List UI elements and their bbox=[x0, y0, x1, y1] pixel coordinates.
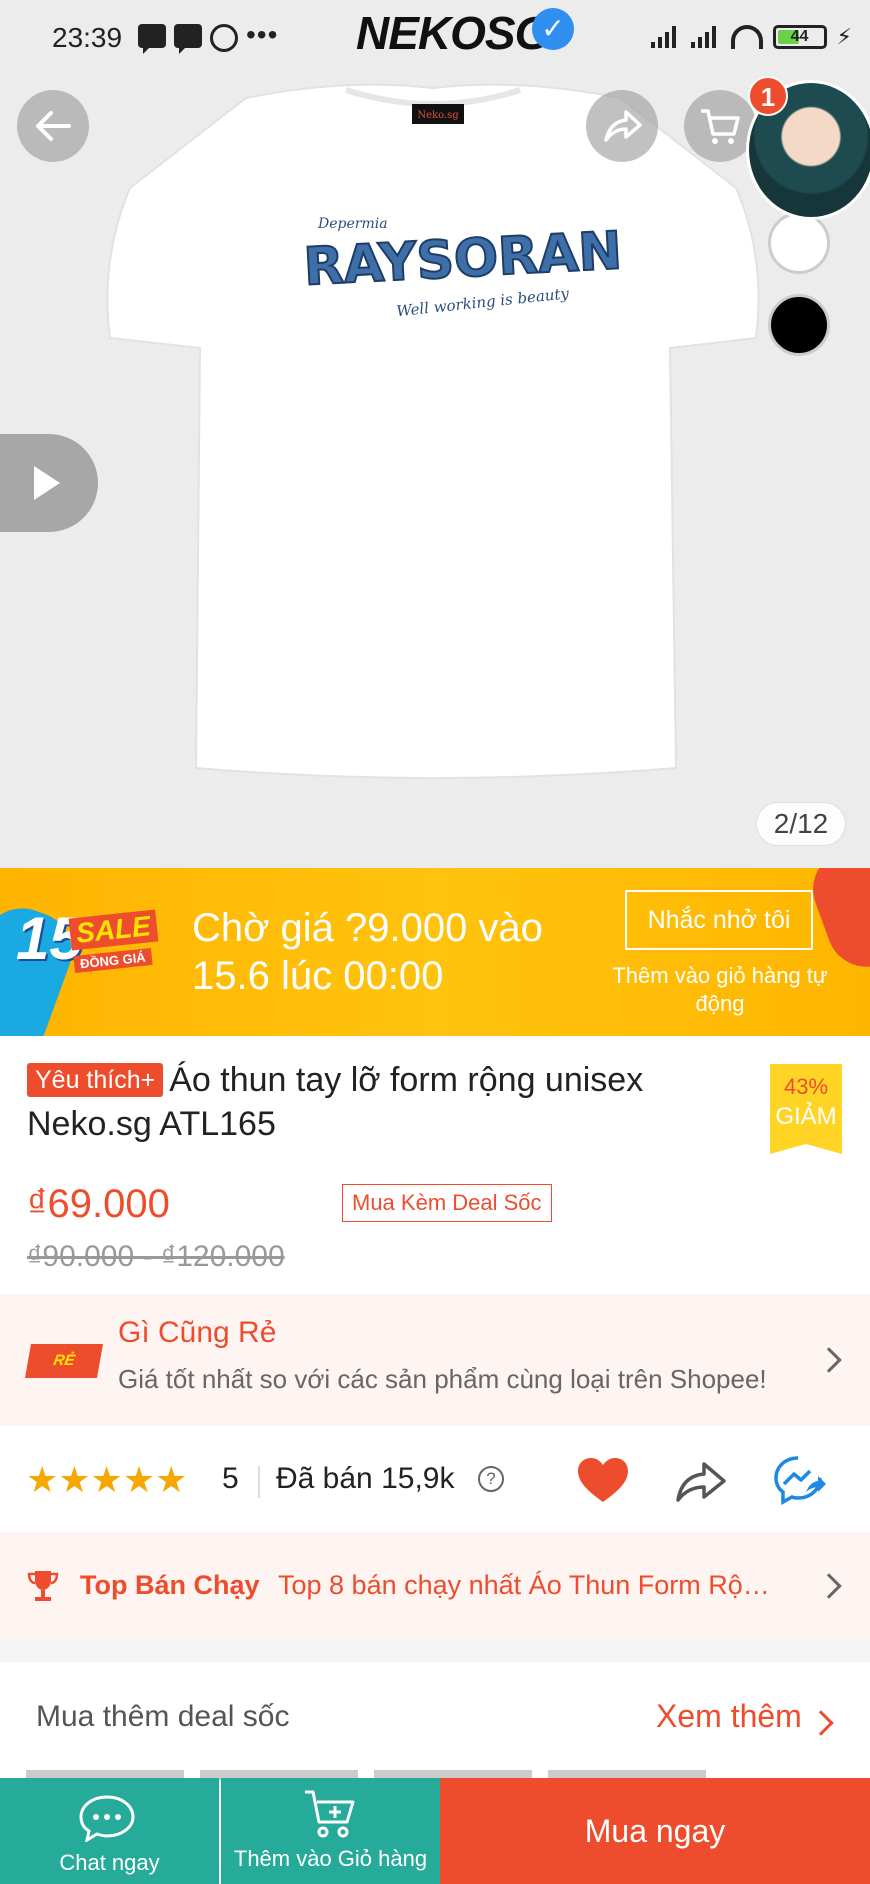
message-icon bbox=[174, 24, 202, 54]
verified-check-icon: ✓ bbox=[532, 8, 574, 50]
arrow-left-icon bbox=[36, 111, 71, 141]
more-deals-section: Mua thêm deal sốc Xem thêm bbox=[0, 1662, 870, 1778]
more-notifications-icon: ••• bbox=[246, 19, 279, 50]
status-time: 23:39 bbox=[52, 22, 123, 53]
sold-count: Đã bán 15,9k bbox=[276, 1462, 455, 1495]
favorite-plus-tag: Yêu thích+ bbox=[27, 1063, 164, 1097]
chat-now-button[interactable]: Chat ngay bbox=[0, 1778, 219, 1884]
original-price: ₫90.000 - ₫120.000 bbox=[27, 1240, 285, 1273]
chat-now-label: Chat ngay bbox=[59, 1850, 160, 1875]
status-bar: 23:39 ••• NEKOSG ✓ 44 ⚡ bbox=[0, 0, 870, 80]
remind-subtext: Thêm vào giỏ hàng tự động bbox=[612, 963, 828, 1016]
color-swatch-white[interactable] bbox=[768, 212, 830, 274]
message-icon bbox=[138, 24, 166, 54]
product-image-tshirt: Neko.sg Depermia RAYSORAN Well working i… bbox=[106, 83, 760, 779]
notification-icons: ••• bbox=[138, 19, 279, 54]
rating-score: 5 bbox=[222, 1462, 239, 1495]
messenger-icon bbox=[210, 24, 238, 52]
top-sale-label: Top Bán Chạy bbox=[80, 1570, 260, 1600]
battery-icon: 44 bbox=[772, 25, 827, 49]
chevron-right-icon bbox=[816, 1347, 842, 1373]
brand-logo: NEKOSG bbox=[356, 7, 550, 59]
top-sale-row[interactable]: Top Bán Chạy Top 8 bán chạy nhất Áo Thun… bbox=[0, 1532, 870, 1640]
cart-count-badge: 1 bbox=[748, 76, 788, 116]
shirt-neck-label: Neko.sg bbox=[417, 110, 459, 121]
add-to-cart-icon bbox=[305, 1790, 355, 1838]
share-icon[interactable] bbox=[674, 1456, 728, 1506]
help-icon[interactable]: ? bbox=[478, 1466, 504, 1492]
shirt-print-small: Depermia bbox=[317, 216, 388, 232]
system-indicators: 44 ⚡ bbox=[650, 24, 852, 50]
cart-icon bbox=[701, 109, 740, 144]
charging-icon: ⚡ bbox=[836, 24, 852, 49]
sale-countdown-text: Chờ giá ?9.000 vào 15.6 lúc 00:00 bbox=[192, 906, 543, 998]
cheap-description: Giá tốt nhất so với các sản phẩm cùng lo… bbox=[118, 1364, 767, 1394]
play-video-button[interactable] bbox=[0, 434, 98, 532]
chat-icon bbox=[79, 1795, 135, 1842]
discount-badge: 43% GIẢM bbox=[770, 1064, 842, 1154]
chevron-right-icon bbox=[816, 1573, 842, 1599]
rating-row: ★★★★★ 5 Đã bán 15,9k ? bbox=[0, 1426, 870, 1532]
signal-icon bbox=[650, 26, 681, 48]
messenger-share-icon[interactable] bbox=[772, 1454, 828, 1508]
more-deals-title: Mua thêm deal sốc bbox=[36, 1700, 290, 1733]
sale-15-logo: 15 SALE ĐỒNG GIÁ bbox=[16, 904, 159, 1000]
remind-me-button[interactable]: Nhắc nhở tôi bbox=[625, 890, 813, 950]
chevron-right-icon bbox=[808, 1710, 834, 1736]
color-swatch-black[interactable] bbox=[768, 294, 830, 356]
add-to-cart-button[interactable]: Thêm vào Giỏ hàng bbox=[221, 1778, 440, 1884]
divider bbox=[258, 1466, 260, 1498]
flash-sale-banner[interactable]: 15 SALE ĐỒNG GIÁ Chờ giá ?9.000 vào 15.6… bbox=[0, 868, 870, 1036]
add-to-cart-label: Thêm vào Giỏ hàng bbox=[233, 1846, 428, 1871]
product-price: ₫69.000 bbox=[27, 1182, 170, 1226]
share-icon bbox=[604, 110, 642, 142]
product-info: Yêu thích+ Áo thun tay lỡ form rộng unise… bbox=[0, 1036, 870, 1294]
heart-icon[interactable] bbox=[576, 1456, 630, 1506]
cheap-title: Gì Cũng Rẻ bbox=[118, 1316, 277, 1349]
trophy-icon bbox=[27, 1571, 59, 1601]
bottom-action-bar: Chat ngay Thêm vào Giỏ hàng Mua ngay bbox=[0, 1778, 870, 1884]
wifi-icon bbox=[730, 25, 763, 49]
rating-stars: ★★★★★ bbox=[26, 1459, 188, 1500]
image-counter: 2/12 bbox=[756, 802, 846, 846]
back-button[interactable] bbox=[17, 90, 89, 162]
top-sale-description: Top 8 bán chạy nhất Áo Thun Form Rộng Na… bbox=[278, 1570, 778, 1600]
cheap-price-banner[interactable]: RẺ Gì Cũng Rẻ Giá tốt nhất so với các sả… bbox=[0, 1294, 870, 1426]
see-more-link[interactable]: Xem thêm bbox=[656, 1698, 802, 1735]
cheap-logo: RẺ bbox=[25, 1344, 103, 1378]
product-image-gallery[interactable]: Neko.sg Depermia RAYSORAN Well working i… bbox=[0, 0, 870, 868]
share-button[interactable] bbox=[586, 90, 658, 162]
buy-now-button[interactable]: Mua ngay bbox=[440, 1778, 870, 1884]
deal-tag[interactable]: Mua Kèm Deal Sốc bbox=[342, 1184, 552, 1222]
signal-icon bbox=[690, 26, 721, 48]
product-title: Yêu thích+ Áo thun tay lỡ form rộng unise… bbox=[27, 1058, 747, 1146]
